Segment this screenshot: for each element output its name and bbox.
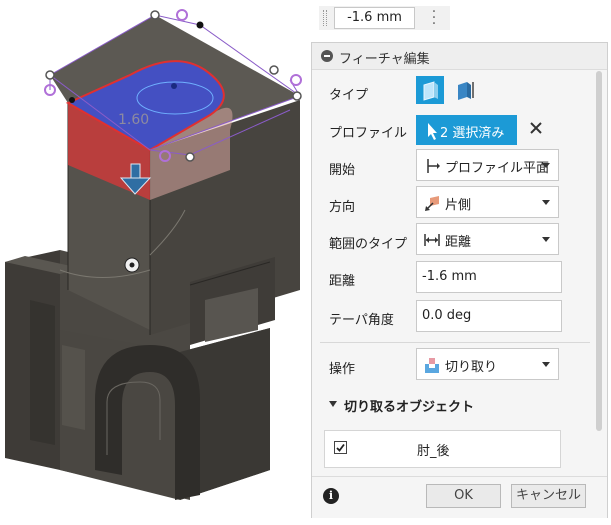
profile-selection-count: 2 選択済み — [440, 126, 505, 141]
collapse-panel-icon[interactable] — [321, 50, 333, 62]
object-name: 肘_後 — [417, 444, 450, 459]
distance-extent-icon — [424, 234, 440, 246]
profile-selection-button[interactable]: 2 選択済み — [416, 115, 517, 145]
object-checkbox[interactable] — [334, 441, 347, 454]
direction-label: 方向 — [329, 200, 356, 215]
type-solid-button[interactable] — [416, 76, 444, 104]
cut-operation-icon — [425, 358, 439, 373]
distance-mini-input[interactable]: -1.6 mm — [334, 7, 415, 29]
more-options-icon[interactable]: · · · — [429, 5, 439, 31]
extent-type-label: 範囲のタイプ — [329, 237, 408, 252]
chevron-down-icon — [542, 237, 550, 242]
extent-type-select[interactable]: 距離 — [416, 223, 559, 255]
direction-select[interactable]: 片側 — [416, 186, 559, 218]
chevron-down-icon — [542, 163, 550, 168]
type-label: タイプ — [329, 88, 369, 103]
objects-to-cut-section[interactable]: 切り取るオブジェクト — [329, 396, 474, 415]
clear-selection-icon[interactable] — [527, 119, 545, 137]
taper-angle-input[interactable]: 0.0 deg — [416, 300, 562, 332]
info-icon[interactable]: i — [323, 488, 339, 504]
thin-extrude-icon — [458, 82, 474, 100]
panel-scrollbar[interactable] — [595, 71, 603, 475]
objects-to-cut-list: 肘_後 — [324, 430, 561, 468]
operation-select[interactable]: 切り取り — [416, 348, 559, 380]
distance-mini-toolbar: -1.6 mm · · · — [319, 5, 450, 31]
taper-angle-label: テーパ角度 — [329, 313, 394, 328]
drag-grip-icon[interactable] — [323, 10, 327, 26]
ok-button[interactable]: OK — [426, 484, 501, 508]
scrollbar-thumb[interactable] — [596, 71, 602, 431]
section-divider — [320, 342, 590, 343]
chevron-down-icon — [542, 362, 550, 367]
dimension-label[interactable]: 1.60 — [118, 112, 149, 128]
one-side-direction-icon — [425, 196, 439, 211]
panel-header: フィーチャ編集 — [312, 43, 607, 70]
profile-label: プロファイル — [329, 126, 408, 141]
chevron-down-icon — [542, 200, 550, 205]
solid-extrude-icon — [423, 81, 438, 101]
distance-label: 距離 — [329, 274, 356, 289]
profile-plane-icon — [427, 159, 440, 173]
operation-label: 操作 — [329, 362, 356, 377]
distance-input[interactable]: -1.6 mm — [416, 261, 562, 293]
panel-footer: i OK キャンセル — [312, 476, 607, 518]
panel-title: フィーチャ編集 — [339, 52, 430, 67]
type-thin-button[interactable] — [450, 76, 478, 104]
cursor-arrow-icon — [428, 123, 437, 140]
start-label: 開始 — [329, 163, 356, 178]
cancel-button[interactable]: キャンセル — [511, 484, 586, 508]
start-select[interactable]: プロファイル平面 — [416, 149, 559, 181]
expand-triangle-icon — [329, 401, 337, 407]
feature-edit-panel: フィーチャ編集 タイプ プロファイル 2 選択済み 開始 プロファイル平面 方向… — [311, 42, 608, 518]
